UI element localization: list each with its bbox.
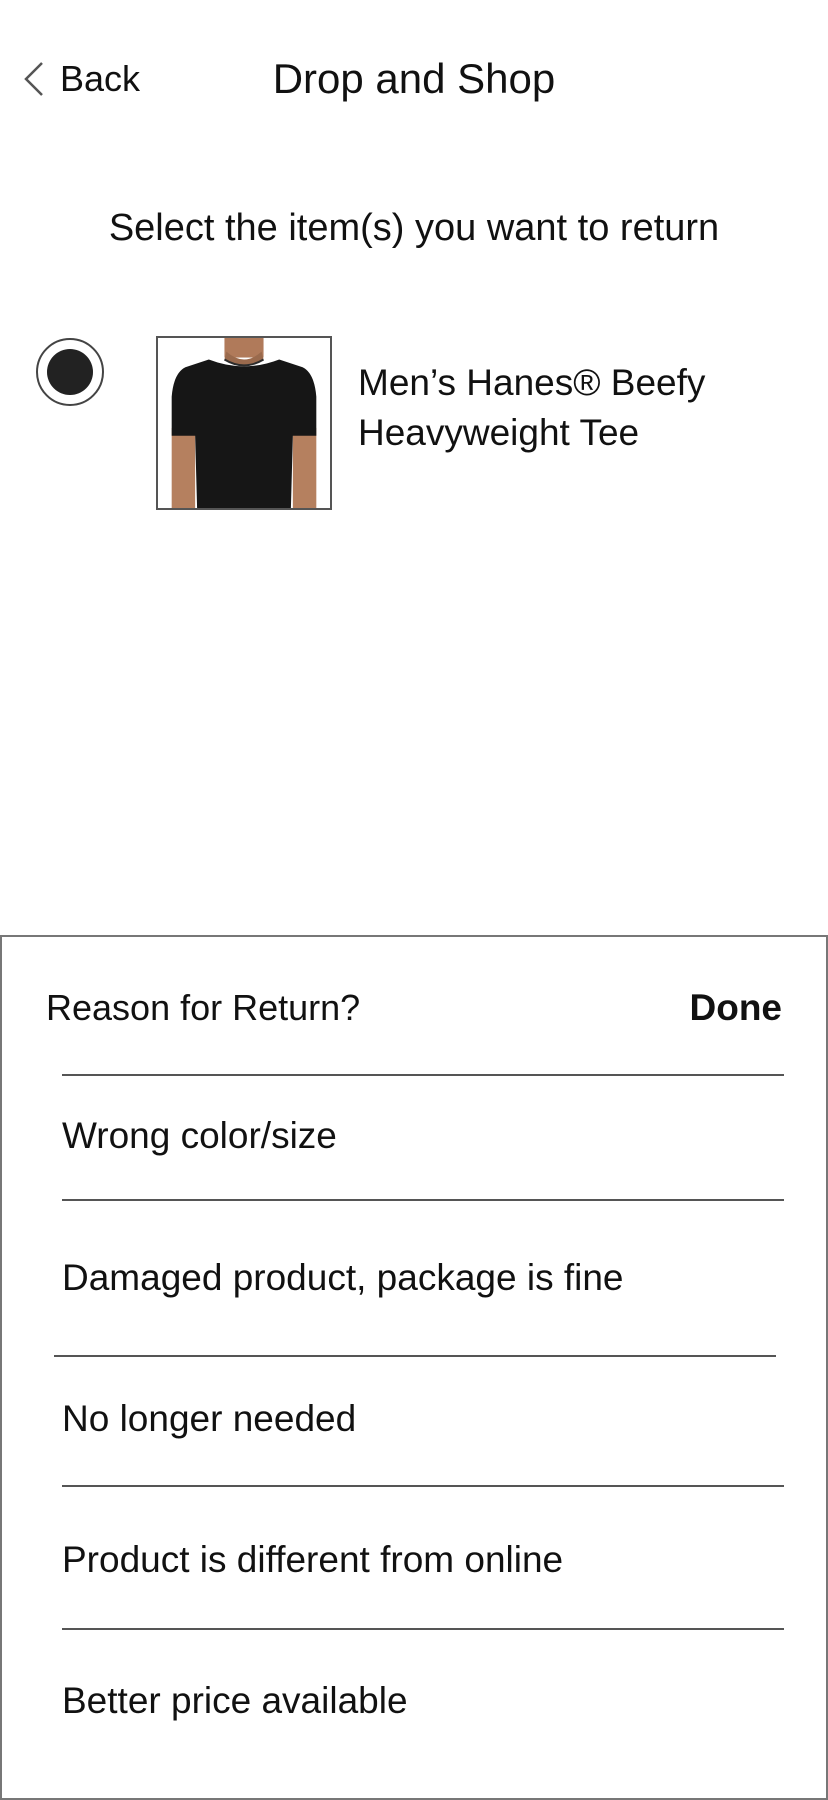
done-button[interactable]: Done (690, 987, 783, 1029)
reason-option-no-longer-needed[interactable]: No longer needed (62, 1398, 356, 1440)
reason-for-return-sheet: Reason for Return? Done Wrong color/size… (0, 935, 828, 1800)
return-item-row[interactable]: Men’s Hanes® Beefy Heavyweight Tee (0, 334, 828, 514)
reason-option-better-price[interactable]: Better price available (62, 1680, 408, 1722)
sheet-title: Reason for Return? (46, 987, 361, 1028)
reason-option-different-from-online[interactable]: Product is different from online (62, 1539, 563, 1581)
divider (62, 1628, 784, 1630)
divider (54, 1355, 776, 1357)
divider (62, 1199, 784, 1201)
instruction-text: Select the item(s) you want to return (108, 207, 720, 249)
item-name: Men’s Hanes® Beefy Heavyweight Tee (358, 362, 706, 453)
reason-option-wrong-color-size[interactable]: Wrong color/size (62, 1115, 337, 1157)
item-radio-button[interactable] (36, 338, 104, 406)
product-image (156, 336, 332, 510)
divider (62, 1074, 784, 1076)
reason-option-damaged-product[interactable]: Damaged product, package is fine (62, 1257, 624, 1299)
page-title: Drop and Shop (272, 55, 556, 102)
radio-selected-dot (47, 349, 93, 395)
divider (62, 1485, 784, 1487)
